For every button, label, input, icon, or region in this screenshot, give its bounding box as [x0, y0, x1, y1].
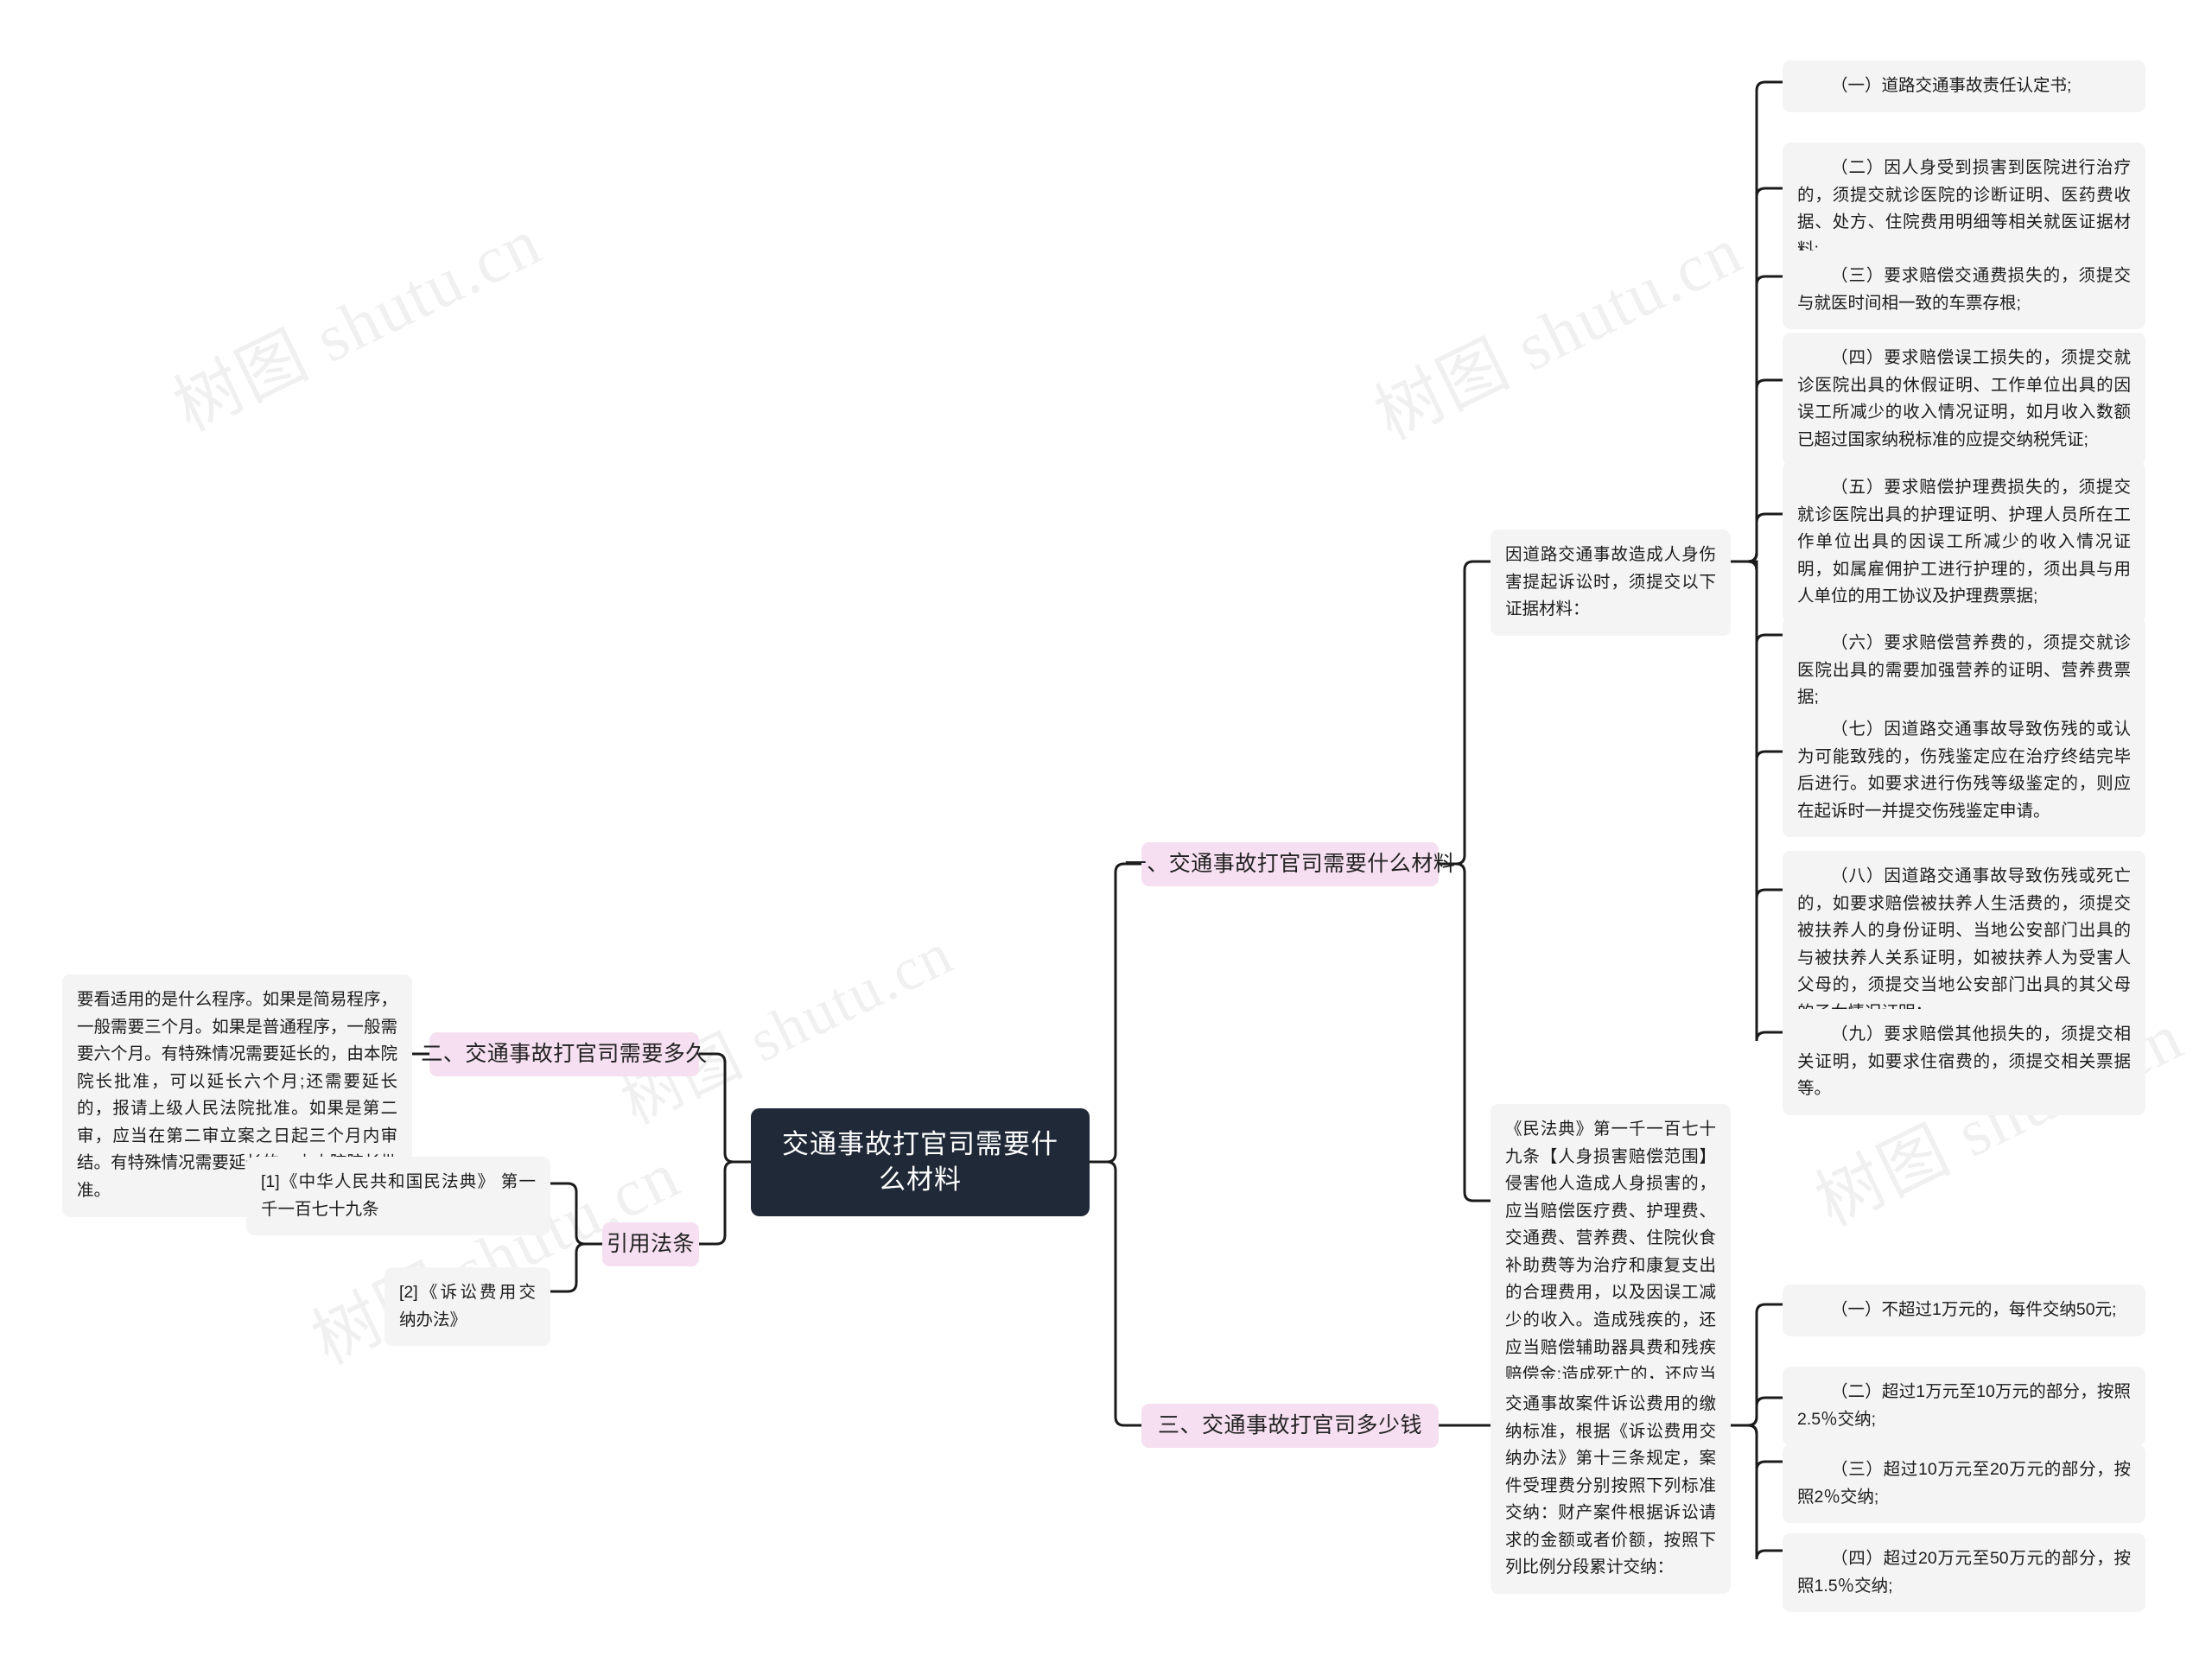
evidence-item-1-text: （一）道路交通事故责任认定书;	[1831, 76, 2072, 95]
evidence-item-6-text: （六）要求赔偿营养费的，须提交就诊医院出具的需要加强营养的证明、营养费票据;	[1797, 633, 2131, 707]
citation-item-2[interactable]: [2]《诉讼费用交纳办法》	[385, 1267, 550, 1347]
branch-three-label: 三、交通事故打官司多少钱	[1157, 1413, 1422, 1438]
root-title: 交通事故打官司需要什么材料	[782, 1128, 1058, 1195]
evidence-item-3[interactable]: （三）要求赔偿交通费损失的，须提交与就医时间相一致的车票存根;	[1783, 251, 2145, 330]
evidence-item-9-text: （九）要求赔偿其他损失的，须提交相关证明，如要求住宿费的，须提交相关票据等。	[1797, 1025, 2131, 1099]
branch-two-label: 二、交通事故打官司需要多久	[421, 1042, 708, 1067]
fee-tier-3[interactable]: （三）超过10万元至20万元的部分，按照2％交纳;	[1783, 1444, 2145, 1524]
fee-tier-1-text: （一）不超过1万元的，每件交纳50元;	[1831, 1300, 2117, 1319]
mindmap-canvas: 树图 shutu.cn 树图 shutu.cn 树图 shutu.cn 树图 s…	[0, 0, 2212, 1656]
watermark: 树图 shutu.cn	[612, 920, 963, 1138]
fee-intro-text: 交通事故案件诉讼费用的缴纳标准，根据《诉讼费用交纳办法》第十三条规定，案件受理费…	[1505, 1394, 1716, 1577]
evidence-intro-text: 因道路交通事故造成人身伤害提起诉讼时，须提交以下证据材料：	[1505, 545, 1716, 619]
fee-intro[interactable]: 交通事故案件诉讼费用的缴纳标准，根据《诉讼费用交纳办法》第十三条规定，案件受理费…	[1491, 1379, 1731, 1595]
fee-tier-2-text: （二）超过1万元至10万元的部分，按照2.5％交纳;	[1797, 1382, 2131, 1429]
branch-three[interactable]: 三、交通事故打官司多少钱	[1141, 1404, 1439, 1448]
branch-two[interactable]: 二、交通事故打官司需要多久	[421, 1032, 707, 1076]
fee-tier-3-text: （三）超过10万元至20万元的部分，按照2％交纳;	[1797, 1460, 2131, 1507]
evidence-item-4-text: （四）要求赔偿误工损失的，须提交就诊医院出具的休假证明、工作单位出具的因误工所减…	[1797, 348, 2131, 449]
branch-one[interactable]: 一、交通事故打官司需要什么材料	[1125, 842, 1455, 886]
evidence-item-1[interactable]: （一）道路交通事故责任认定书;	[1783, 60, 2145, 112]
evidence-item-7[interactable]: （七）因道路交通事故导致伤残的或认为可能致残的，伤残鉴定应在治疗终结完毕后进行。…	[1783, 704, 2145, 838]
evidence-item-2-text: （二）因人身受到损害到医院进行治疗的，须提交就诊医院的诊断证明、医药费收据、处方…	[1797, 158, 2131, 259]
civil-code-text: 《民法典》第一千一百七十九条【人身损害赔偿范围】侵害他人造成人身损害的，应当赔偿…	[1505, 1120, 1716, 1412]
branch-citations-label: 引用法条	[607, 1232, 696, 1257]
root-node[interactable]: 交通事故打官司需要什么材料	[751, 1108, 1090, 1216]
branch-one-label: 一、交通事故打官司需要什么材料	[1124, 852, 1456, 877]
branch-citations[interactable]: 引用法条	[602, 1222, 699, 1266]
fee-tier-4-text: （四）超过20万元至50万元的部分，按照1.5％交纳;	[1797, 1549, 2131, 1596]
citation-1-text: [1]《中华人民共和国民法典》 第一千一百七十九条	[261, 1172, 536, 1219]
evidence-item-5-text: （五）要求赔偿护理费损失的，须提交就诊医院出具的护理证明、护理人员所在工作单位出…	[1797, 478, 2131, 606]
fee-tier-4[interactable]: （四）超过20万元至50万元的部分，按照1.5％交纳;	[1783, 1533, 2145, 1613]
evidence-item-3-text: （三）要求赔偿交通费损失的，须提交与就医时间相一致的车票存根;	[1797, 266, 2131, 313]
watermark: 树图 shutu.cn	[162, 203, 553, 446]
citation-item-1[interactable]: [1]《中华人民共和国民法典》 第一千一百七十九条	[246, 1157, 550, 1236]
evidence-item-9[interactable]: （九）要求赔偿其他损失的，须提交相关证明，如要求住宿费的，须提交相关票据等。	[1783, 1009, 2145, 1115]
fee-tier-1[interactable]: （一）不超过1万元的，每件交纳50元;	[1783, 1285, 2145, 1336]
watermark: 树图 shutu.cn	[1363, 212, 1754, 454]
evidence-item-4[interactable]: （四）要求赔偿误工损失的，须提交就诊医院出具的休假证明、工作单位出具的因误工所减…	[1783, 333, 2145, 466]
citation-2-text: [2]《诉讼费用交纳办法》	[399, 1283, 536, 1329]
evidence-intro[interactable]: 因道路交通事故造成人身伤害提起诉讼时，须提交以下证据材料：	[1491, 530, 1731, 636]
evidence-item-5[interactable]: （五）要求赔偿护理费损失的，须提交就诊医院出具的护理证明、护理人员所在工作单位出…	[1783, 462, 2145, 623]
evidence-item-7-text: （七）因道路交通事故导致伤残的或认为可能致残的，伤残鉴定应在治疗终结完毕后进行。…	[1797, 720, 2131, 821]
fee-tier-2[interactable]: （二）超过1万元至10万元的部分，按照2.5％交纳;	[1783, 1367, 2145, 1446]
evidence-item-8-text: （八）因道路交通事故导致伤残或死亡的，如要求赔偿被扶养人生活费的，须提交被扶养人…	[1797, 866, 2131, 1022]
